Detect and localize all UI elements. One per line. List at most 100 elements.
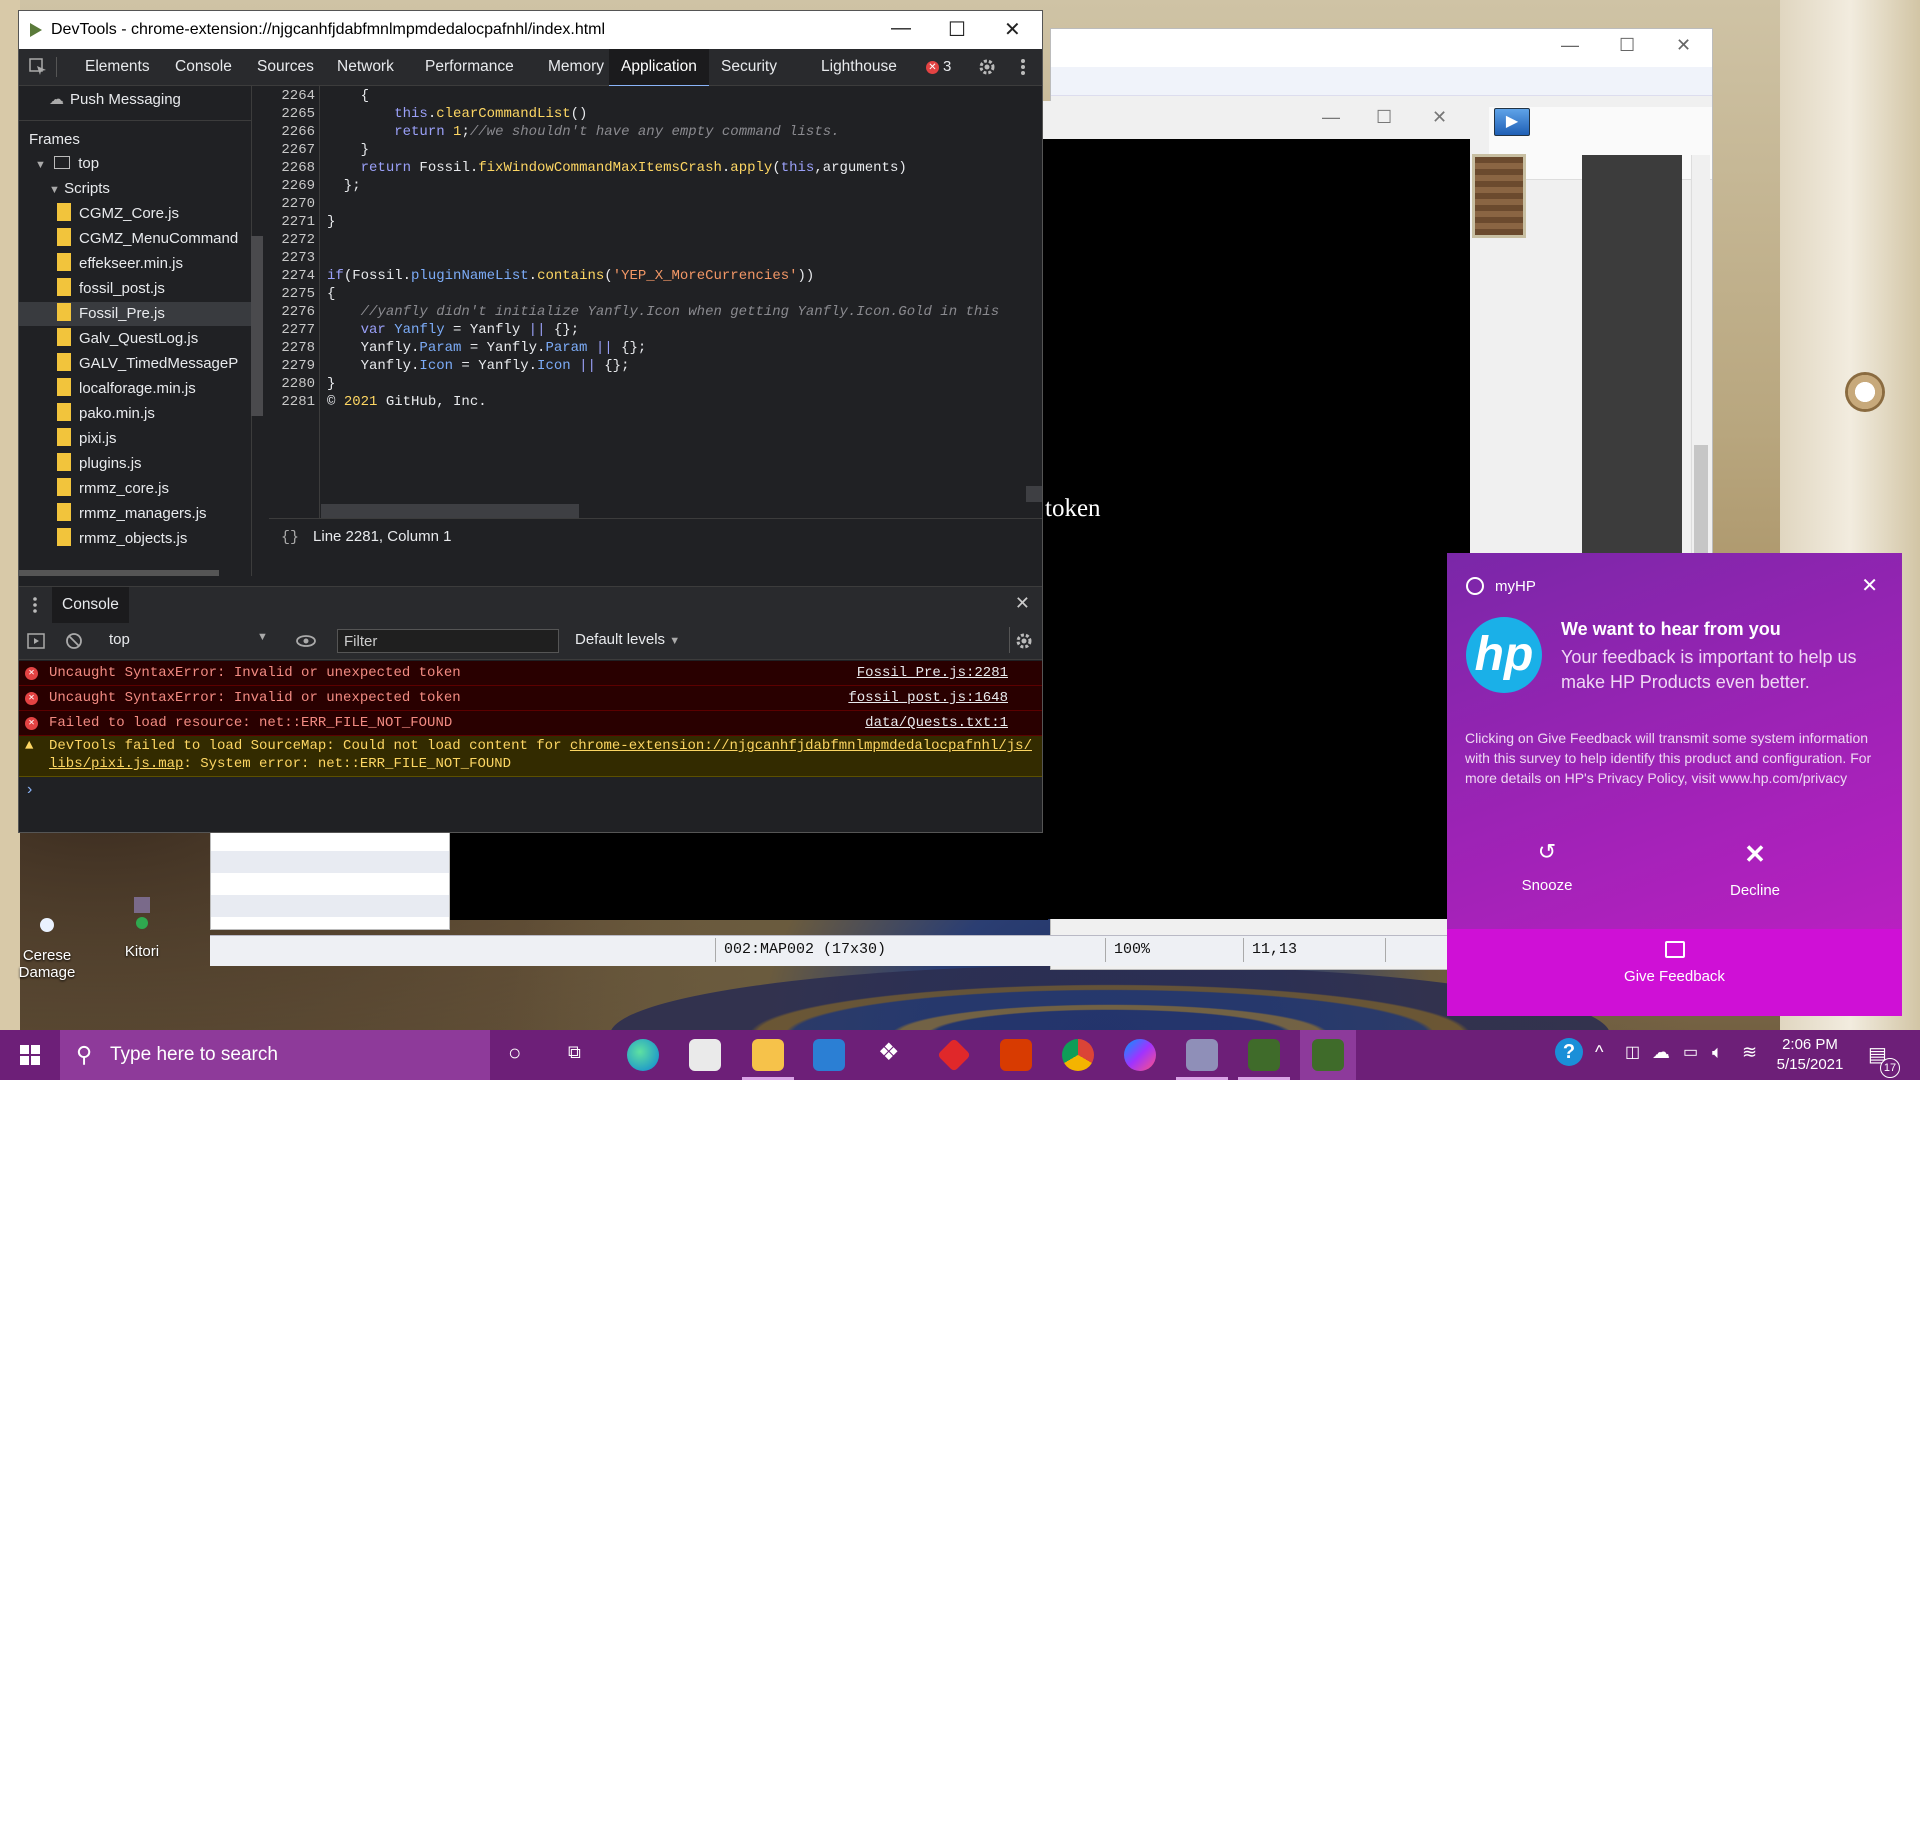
warning-link[interactable]: libs/pixi.js.map [49, 756, 183, 772]
vertical-scrollbar[interactable] [251, 236, 263, 416]
sidebar-toggle-icon[interactable] [27, 632, 45, 650]
mail-icon[interactable] [813, 1039, 845, 1071]
tab-console[interactable]: Console [163, 49, 244, 85]
log-levels-dropdown[interactable]: Default levels ▼ [575, 631, 680, 648]
eye-icon[interactable] [295, 633, 317, 649]
decline-button[interactable]: ✕ Decline [1695, 839, 1815, 899]
tab-sources[interactable]: Sources [245, 49, 326, 85]
script-file[interactable]: CGMZ_Core.js [57, 202, 179, 226]
cortana-icon[interactable]: ○ [508, 1040, 521, 1066]
sidebar-item-scripts[interactable]: ▼ Scripts [49, 177, 110, 201]
inspect-element-icon[interactable] [29, 58, 47, 76]
give-feedback-button[interactable]: Give Feedback [1447, 929, 1902, 1016]
console-warning-message[interactable]: ▲ DevTools failed to load SourceMap: Cou… [19, 736, 1042, 777]
console-error-message[interactable]: ✕ Failed to load resource: net::ERR_FILE… [19, 711, 1042, 736]
start-button[interactable] [0, 1030, 60, 1080]
message-source-link[interactable]: data/Quests.txt:1 [865, 711, 1008, 735]
system-clock[interactable]: 2:06 PM 5/15/2021 [1770, 1035, 1850, 1075]
messenger-icon[interactable] [1124, 1039, 1156, 1071]
desktop-icon-cerese-damage[interactable]: Cerese Damage [2, 905, 92, 981]
taskbar-search-box[interactable]: ⚲ Type here to search [60, 1030, 490, 1080]
tab-security[interactable]: Security [709, 49, 789, 85]
minimize-icon[interactable]: — [1322, 107, 1340, 128]
onedrive-icon[interactable]: ☁ [1652, 1042, 1670, 1063]
maximize-icon[interactable]: ☐ [1619, 35, 1635, 56]
tab-application[interactable]: Application [609, 49, 709, 87]
maximize-icon[interactable]: ☐ [1376, 107, 1392, 128]
warning-link[interactable]: chrome-extension://njgcanhfjdabfmnlmpmde… [570, 738, 1032, 754]
script-file[interactable]: plugins.js [57, 452, 142, 476]
sidebar-item-top[interactable]: ▼ top [35, 152, 99, 176]
volume-icon[interactable]: 🔈︎ [1712, 1042, 1723, 1063]
file-explorer-icon[interactable] [752, 1039, 784, 1071]
script-file[interactable]: rmmz_objects.js [57, 527, 187, 551]
script-file[interactable]: rmmz_core.js [57, 477, 169, 501]
tab-lighthouse[interactable]: Lighthouse [809, 49, 909, 85]
script-file[interactable]: fossil_post.js [57, 277, 165, 301]
pretty-print-icon[interactable]: {} [281, 529, 299, 546]
game-canvas[interactable] [1040, 139, 1470, 919]
tab-memory[interactable]: Memory [536, 49, 616, 85]
clear-console-icon[interactable] [65, 632, 83, 650]
context-selector[interactable]: top [109, 631, 130, 648]
script-file[interactable]: pixi.js [57, 427, 117, 451]
wifi-icon[interactable]: ≋ [1742, 1042, 1757, 1063]
more-options-icon[interactable] [1020, 57, 1026, 77]
message-source-link[interactable]: Fossil_Pre.js:2281 [857, 661, 1008, 685]
close-icon[interactable]: ✕ [1676, 35, 1691, 56]
script-file[interactable]: CGMZ_MenuCommand [57, 227, 238, 251]
close-icon[interactable]: ✕ [1861, 573, 1878, 598]
horizontal-scrollbar[interactable] [19, 570, 219, 576]
chrome-icon[interactable] [1062, 1039, 1094, 1071]
script-file[interactable]: rmmz_managers.js [57, 502, 207, 526]
console-error-message[interactable]: ✕ Uncaught SyntaxError: Invalid or unexp… [19, 686, 1042, 711]
script-file[interactable]: pako.min.js [57, 402, 155, 426]
desktop-icon-kitori[interactable]: Kitori [97, 895, 187, 960]
console-error-message[interactable]: ✕ Uncaught SyntaxError: Invalid or unexp… [19, 661, 1042, 686]
chevron-down-icon[interactable]: ▼ [49, 184, 60, 196]
gear-icon[interactable] [977, 57, 997, 77]
close-icon[interactable]: ✕ [1432, 107, 1447, 128]
code-editor[interactable]: 2264 2265 2266 2267 2268 2269 2270 2271 … [269, 86, 1042, 518]
map-canvas[interactable] [448, 828, 1048, 920]
minimize-icon[interactable]: — [891, 17, 911, 40]
drawer-tab-console[interactable]: Console [52, 587, 129, 625]
battery-icon[interactable]: ▭ [1683, 1042, 1698, 1062]
console-prompt[interactable]: › [27, 781, 32, 799]
message-source-link[interactable]: fossil_post.js:1648 [848, 686, 1008, 710]
more-options-icon[interactable] [32, 596, 38, 614]
tab-elements[interactable]: Elements [73, 49, 162, 85]
chevron-down-icon[interactable]: ▼ [35, 159, 46, 171]
script-file[interactable]: effekseer.min.js [57, 252, 183, 276]
error-count-badge[interactable]: ✕ 3 [926, 58, 951, 75]
script-file[interactable]: Galv_QuestLog.js [57, 327, 198, 351]
edge-icon[interactable] [627, 1039, 659, 1071]
console-filter-input[interactable]: Filter [337, 629, 559, 653]
gear-icon[interactable] [1014, 631, 1034, 651]
meet-now-icon[interactable]: ◫ [1625, 1042, 1640, 1062]
playtest-button[interactable]: ▶ [1494, 108, 1530, 136]
dropbox-icon[interactable]: ❖ [878, 1038, 900, 1067]
close-icon[interactable]: ✕ [1015, 593, 1030, 614]
tab-performance[interactable]: Performance [413, 49, 526, 85]
chevron-up-icon[interactable]: ^ [1595, 1042, 1603, 1063]
taskbar-active-app[interactable] [1300, 1030, 1356, 1080]
snooze-button[interactable]: ↺ Snooze [1487, 839, 1607, 894]
app-icon[interactable] [937, 1038, 971, 1072]
task-view-icon[interactable]: ⧉ [568, 1042, 581, 1063]
tab-network[interactable]: Network [325, 49, 406, 85]
minimize-icon[interactable]: — [1561, 35, 1579, 56]
help-icon[interactable]: ? [1555, 1038, 1583, 1066]
map-list[interactable] [210, 828, 450, 930]
chevron-down-icon[interactable]: ▼ [257, 631, 268, 643]
game-app-icon[interactable] [1186, 1039, 1218, 1071]
sidebar-item-push-messaging[interactable]: ☁ Push Messaging [49, 88, 181, 112]
script-file[interactable]: GALV_TimedMessageP [57, 352, 238, 376]
office-icon[interactable] [1000, 1039, 1032, 1071]
game-app-icon[interactable] [1248, 1039, 1280, 1071]
horizontal-scrollbar[interactable] [321, 504, 579, 518]
close-icon[interactable]: ✕ [1004, 17, 1021, 42]
script-file[interactable]: localforage.min.js [57, 377, 196, 401]
maximize-icon[interactable]: ☐ [948, 17, 966, 42]
store-icon[interactable] [689, 1039, 721, 1071]
